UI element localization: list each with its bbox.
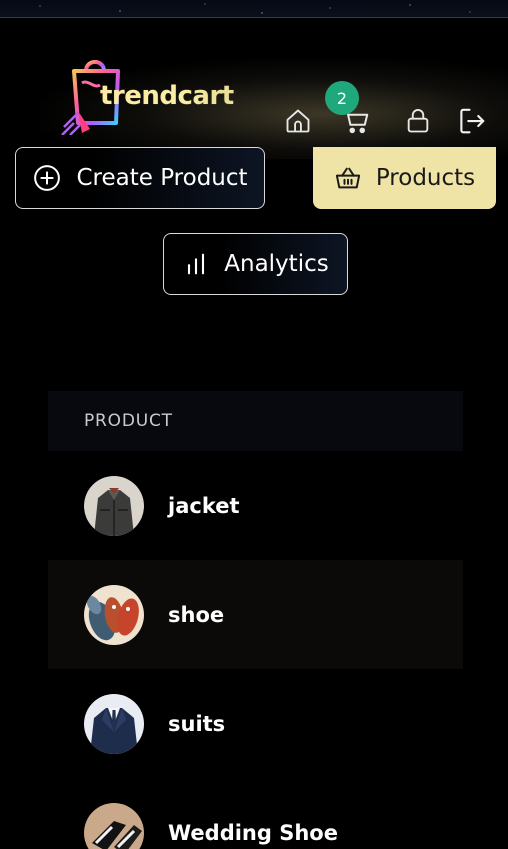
product-name: shoe [168,602,225,627]
brand-name: trendcart [100,81,234,111]
table-row[interactable]: Wedding Shoe [48,778,463,849]
product-name: jacket [168,493,240,518]
cart-count-badge: 2 [325,81,359,115]
create-product-tab[interactable]: Create Product [15,147,265,209]
brand-logo[interactable]: trendcart [60,49,235,135]
table-row[interactable]: suits [48,669,463,778]
lock-icon[interactable] [402,105,434,137]
products-label: Products [375,165,476,191]
product-name: Wedding Shoe [168,820,338,845]
table-row[interactable]: shoe [48,560,463,669]
product-thumbnail [84,802,144,849]
product-name: suits [168,711,226,736]
background-starfield [0,0,508,18]
top-navbar: trendcart [0,19,508,163]
product-thumbnail [84,475,144,536]
table-row[interactable]: jacket [48,451,463,560]
table-header: PRODUCT [48,391,463,451]
product-thumbnail [84,693,144,754]
plus-circle-icon [34,165,61,191]
product-thumbnail [84,584,144,645]
analytics-tab[interactable]: Analytics [163,233,348,295]
products-tab[interactable]: Products [313,147,496,209]
product-column-header: PRODUCT [84,411,173,431]
create-product-label: Create Product [76,165,248,191]
basket-icon [335,167,360,189]
page: trendcart 2 Create Product Products Anal… [0,0,508,849]
analytics-label: Analytics [224,251,329,277]
products-table: PRODUCT jacket shoe suits Wedding Shoe [48,391,463,849]
logout-icon[interactable] [456,105,488,137]
bar-chart-icon [188,253,205,275]
home-icon[interactable] [282,105,314,137]
